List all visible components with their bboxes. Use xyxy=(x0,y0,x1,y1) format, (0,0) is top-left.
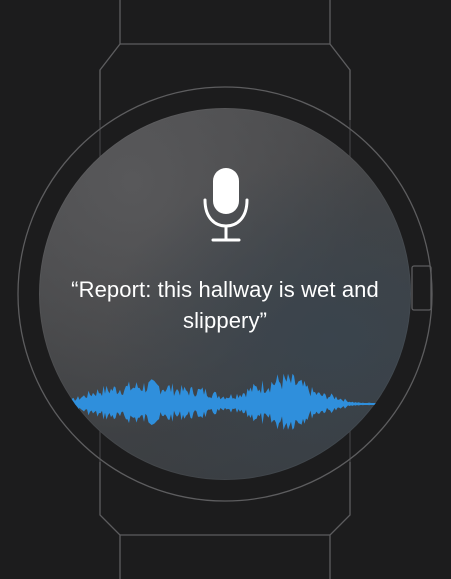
waveform-shape xyxy=(39,373,411,430)
audio-waveform xyxy=(39,373,411,430)
watch-screen: “Report: this hallway is wet and slipper… xyxy=(39,108,411,480)
microphone-icon[interactable] xyxy=(201,166,251,244)
voice-transcript: “Report: this hallway is wet and slipper… xyxy=(71,277,379,333)
voice-input-screen: “Report: this hallway is wet and slipper… xyxy=(0,0,451,579)
